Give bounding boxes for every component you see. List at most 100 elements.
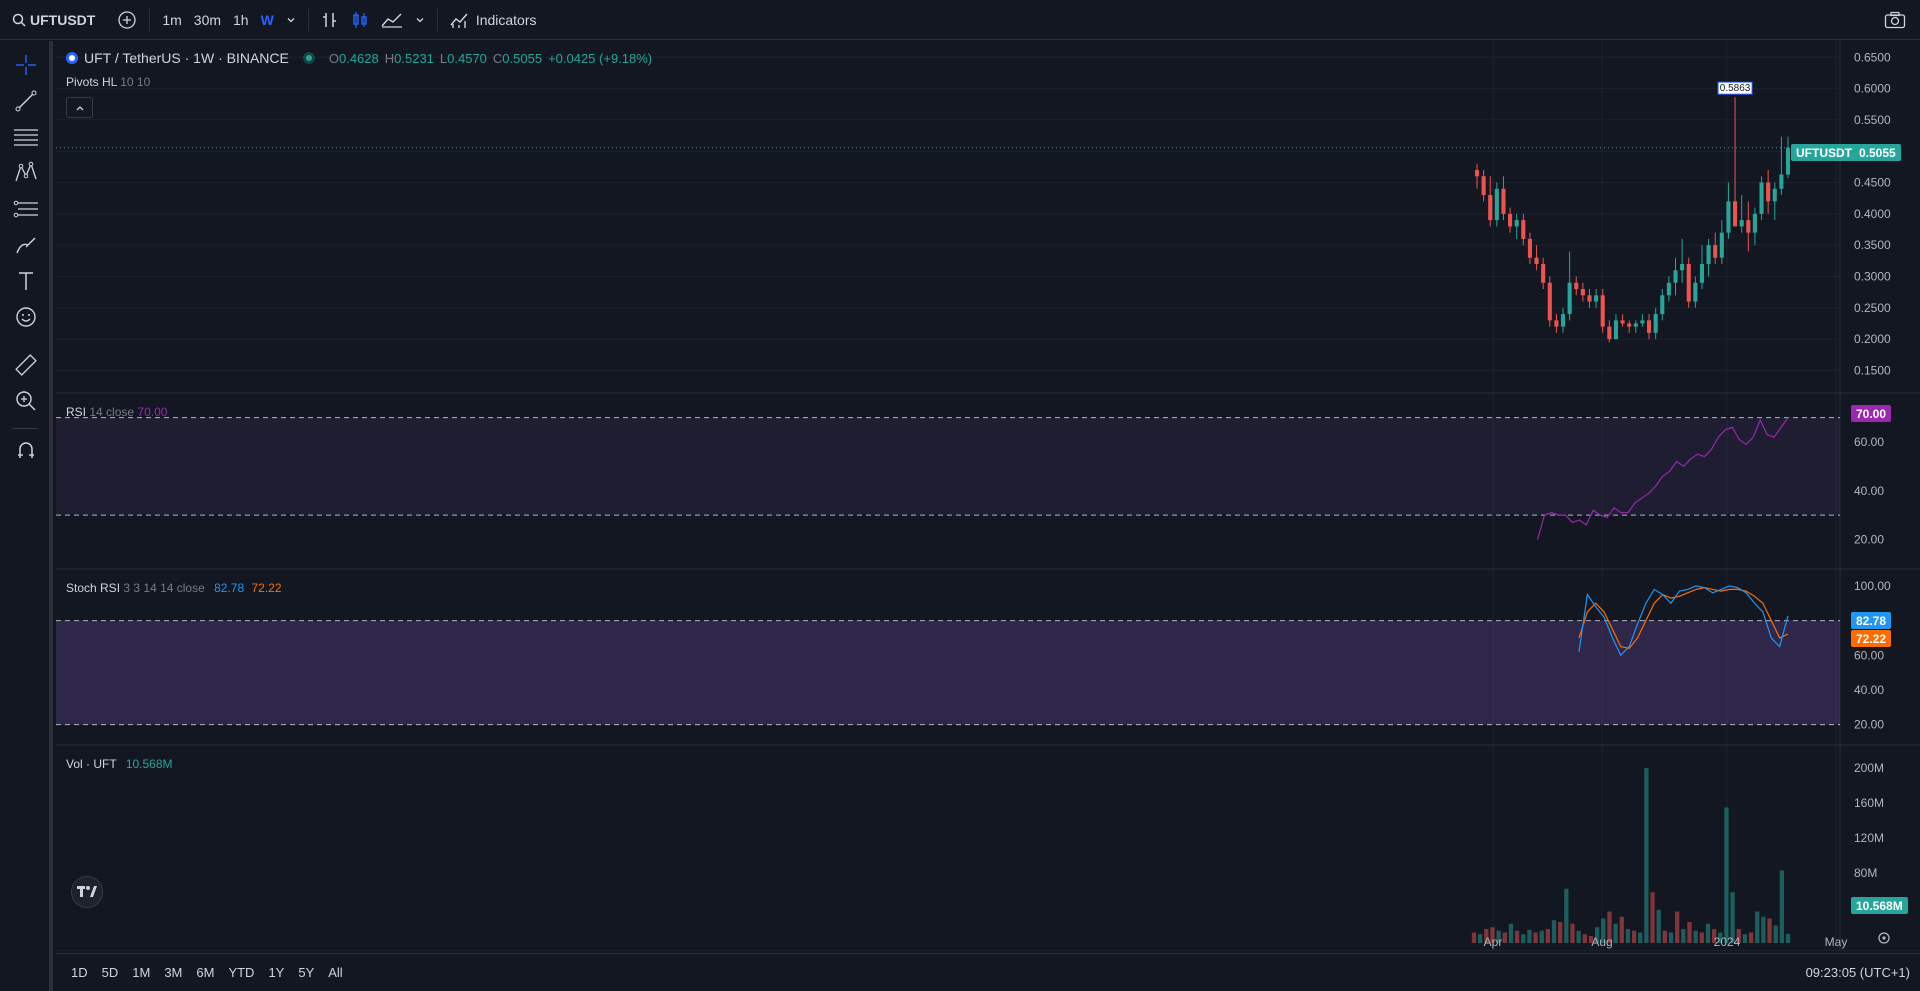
camera-icon: [1884, 11, 1906, 28]
candle-body: [1627, 323, 1632, 327]
candle-body: [1779, 174, 1784, 189]
indicators-button[interactable]: Indicators: [444, 0, 543, 40]
range-1m[interactable]: 1M: [125, 965, 157, 980]
close-label: C: [492, 50, 503, 66]
chart-canvas[interactable]: 0.65000.60000.55000.50000.45000.40000.35…: [56, 41, 1920, 951]
candle-body: [1726, 201, 1731, 233]
brush-icon: [16, 237, 36, 254]
smiley-icon: [16, 307, 36, 327]
volume-tick-label: 160M: [1854, 796, 1884, 810]
magnet-tool[interactable]: [12, 436, 40, 464]
fib-retracement-icon: [14, 129, 38, 146]
volume-bar: [1582, 934, 1587, 943]
candle-body: [1494, 188, 1499, 221]
price-tick-label: 0.4500: [1854, 176, 1891, 190]
text-tool[interactable]: [12, 267, 40, 295]
volume-bar: [1551, 920, 1557, 943]
volume-bar: [1742, 934, 1748, 943]
volume-bar: [1625, 929, 1631, 943]
divider: [307, 8, 309, 31]
candle-body: [1739, 220, 1744, 227]
range-5d[interactable]: 5D: [95, 965, 126, 980]
fib-tool[interactable]: [12, 123, 40, 151]
rsi-tick-label: 60.00: [1854, 435, 1884, 449]
range-selector: 1D 5D 1M 3M 6M YTD 1Y 5Y All: [64, 965, 350, 980]
candle-body: [1574, 282, 1579, 290]
candle-body: [1534, 257, 1539, 264]
chart-type-dropdown[interactable]: [409, 0, 431, 40]
rsi-price-tag: 70.00: [1851, 405, 1892, 422]
area-style-button[interactable]: [375, 0, 409, 40]
rsi-legend[interactable]: RSI 14 close 70.00: [66, 405, 167, 419]
zoom-in-icon: [16, 391, 36, 411]
symbol-search[interactable]: UFTUSDT: [0, 0, 101, 40]
volume-bar: [1662, 930, 1668, 943]
candles-style-button[interactable]: [345, 0, 375, 40]
volume-bar: [1767, 918, 1772, 943]
gear-icon-center: [1882, 936, 1886, 940]
range-6m[interactable]: 6M: [189, 965, 221, 980]
volume-bar: [1508, 923, 1514, 943]
clock[interactable]: 09:23:05 (UTC+1): [1806, 965, 1910, 980]
bar-style-button[interactable]: [315, 0, 345, 40]
snapshot-button[interactable]: [1878, 0, 1912, 40]
chart-area[interactable]: 0.65000.60000.55000.50000.45000.40000.35…: [56, 41, 1920, 951]
volume-bar: [1570, 923, 1575, 943]
measure-tool[interactable]: [12, 351, 40, 379]
candle-body: [1514, 220, 1519, 227]
stoch-name: Stoch RSI: [66, 581, 121, 595]
range-all[interactable]: All: [321, 965, 349, 980]
time-tick-label: Aug: [1591, 935, 1612, 949]
interval-1m[interactable]: 1m: [156, 12, 187, 28]
range-ytd[interactable]: YTD: [221, 965, 261, 980]
volume-bar: [1644, 768, 1649, 943]
change-value: +0.0425 (+9.18%): [548, 50, 653, 66]
emoji-tool[interactable]: [12, 303, 40, 331]
symbol-label: UFTUSDT: [30, 11, 96, 28]
interval-30m[interactable]: 30m: [188, 12, 227, 28]
stoch-tick-label: 20.00: [1854, 718, 1884, 732]
symbol-price-tag: UFTUSDT: [1791, 144, 1857, 161]
volume-tag: 10.568M: [1851, 897, 1908, 914]
candle-body: [1554, 320, 1559, 327]
candle-body: [1474, 170, 1480, 177]
price-tick-label: 0.6000: [1854, 82, 1891, 96]
stoch-rsi-legend[interactable]: Stoch RSI 3 3 14 14 close 82.78 72.22: [66, 581, 282, 595]
compare-button[interactable]: [111, 0, 143, 40]
stoch-k-value: 82.78: [214, 581, 245, 595]
volume-legend[interactable]: Vol · UFT 10.568M: [66, 757, 173, 771]
range-1d[interactable]: 1D: [64, 965, 95, 980]
range-5y[interactable]: 5Y: [291, 965, 321, 980]
prediction-icon: [13, 200, 38, 218]
price-tick-label: 0.3500: [1854, 238, 1891, 252]
zoom-tool[interactable]: [12, 387, 40, 415]
stoch-params: 3 3 14 14 close: [123, 581, 205, 595]
brush-tool[interactable]: [12, 231, 40, 259]
volume-bar: [1761, 916, 1766, 943]
pattern-tool[interactable]: [12, 159, 40, 187]
collapse-legend-button[interactable]: [66, 97, 93, 118]
open-label: O: [328, 50, 339, 66]
rsi-tick-label: 20.00: [1854, 533, 1884, 547]
candle-body: [1527, 238, 1532, 258]
volume-bar: [1687, 922, 1692, 943]
range-3m[interactable]: 3M: [157, 965, 189, 980]
volume-bar: [1779, 870, 1784, 943]
price-tick-label: 0.5500: [1854, 113, 1891, 127]
crosshair-tool[interactable]: [12, 51, 40, 79]
pivots-legend[interactable]: Pivots HL 10 10: [66, 75, 150, 89]
volume-bar: [1533, 932, 1538, 943]
trendline-tool[interactable]: [12, 87, 40, 115]
forecast-tool[interactable]: [12, 195, 40, 223]
last-price-tag: 0.5055: [1854, 144, 1901, 161]
market-status-icon: [302, 52, 315, 64]
tradingview-logo[interactable]: [71, 876, 103, 908]
interval-w[interactable]: W: [255, 12, 280, 28]
interval-dropdown[interactable]: [280, 0, 302, 40]
interval-1h[interactable]: 1h: [227, 12, 255, 28]
ruler-icon: [15, 354, 37, 376]
range-1y[interactable]: 1Y: [261, 965, 291, 980]
stoch-tick-label: 40.00: [1854, 683, 1884, 697]
candle-body: [1746, 220, 1751, 233]
volume-bar: [1675, 911, 1680, 943]
